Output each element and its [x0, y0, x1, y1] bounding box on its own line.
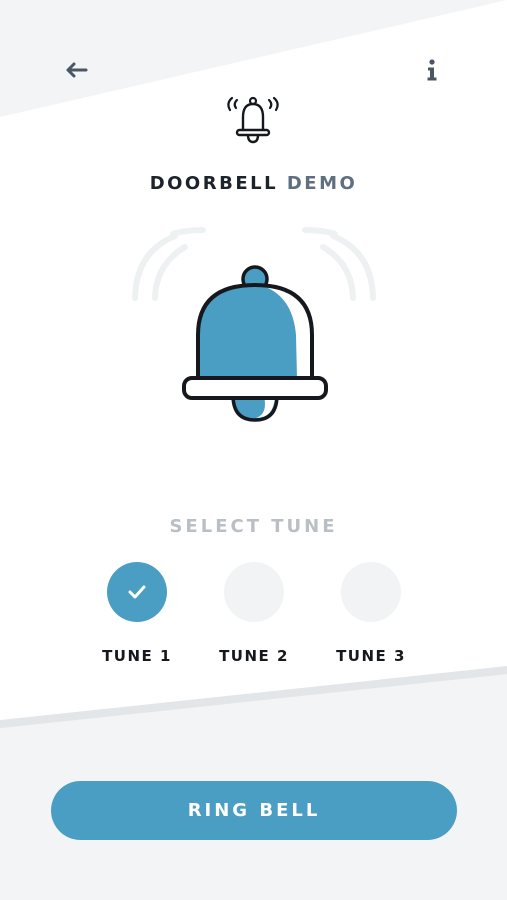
- tune-1-label: TUNE 1: [102, 647, 172, 665]
- tune-3-label: TUNE 3: [336, 647, 406, 665]
- info-button[interactable]: [418, 56, 446, 84]
- tune-option-2[interactable]: TUNE 2: [204, 562, 304, 665]
- title-primary: DOORBELL: [149, 173, 279, 194]
- back-button[interactable]: [60, 56, 92, 84]
- tune-option-1[interactable]: TUNE 1: [87, 562, 187, 665]
- page-title: DOORBELL DEMO: [0, 173, 507, 194]
- tune-2-label: TUNE 2: [219, 647, 289, 665]
- arrow-left-icon: [66, 62, 88, 78]
- title-secondary: DEMO: [286, 173, 358, 194]
- tune-2-radio[interactable]: [224, 562, 284, 622]
- tune-1-radio[interactable]: [107, 562, 167, 622]
- ring-bell-button[interactable]: RING BELL: [51, 781, 457, 840]
- ringing-bell-icon: [227, 96, 279, 144]
- checkmark-icon: [128, 585, 146, 599]
- select-tune-label: SELECT TUNE: [169, 516, 338, 537]
- info-icon: [427, 59, 437, 81]
- tune-option-3[interactable]: TUNE 3: [321, 562, 421, 665]
- bell-icon: [132, 227, 376, 422]
- tune-3-radio[interactable]: [341, 562, 401, 622]
